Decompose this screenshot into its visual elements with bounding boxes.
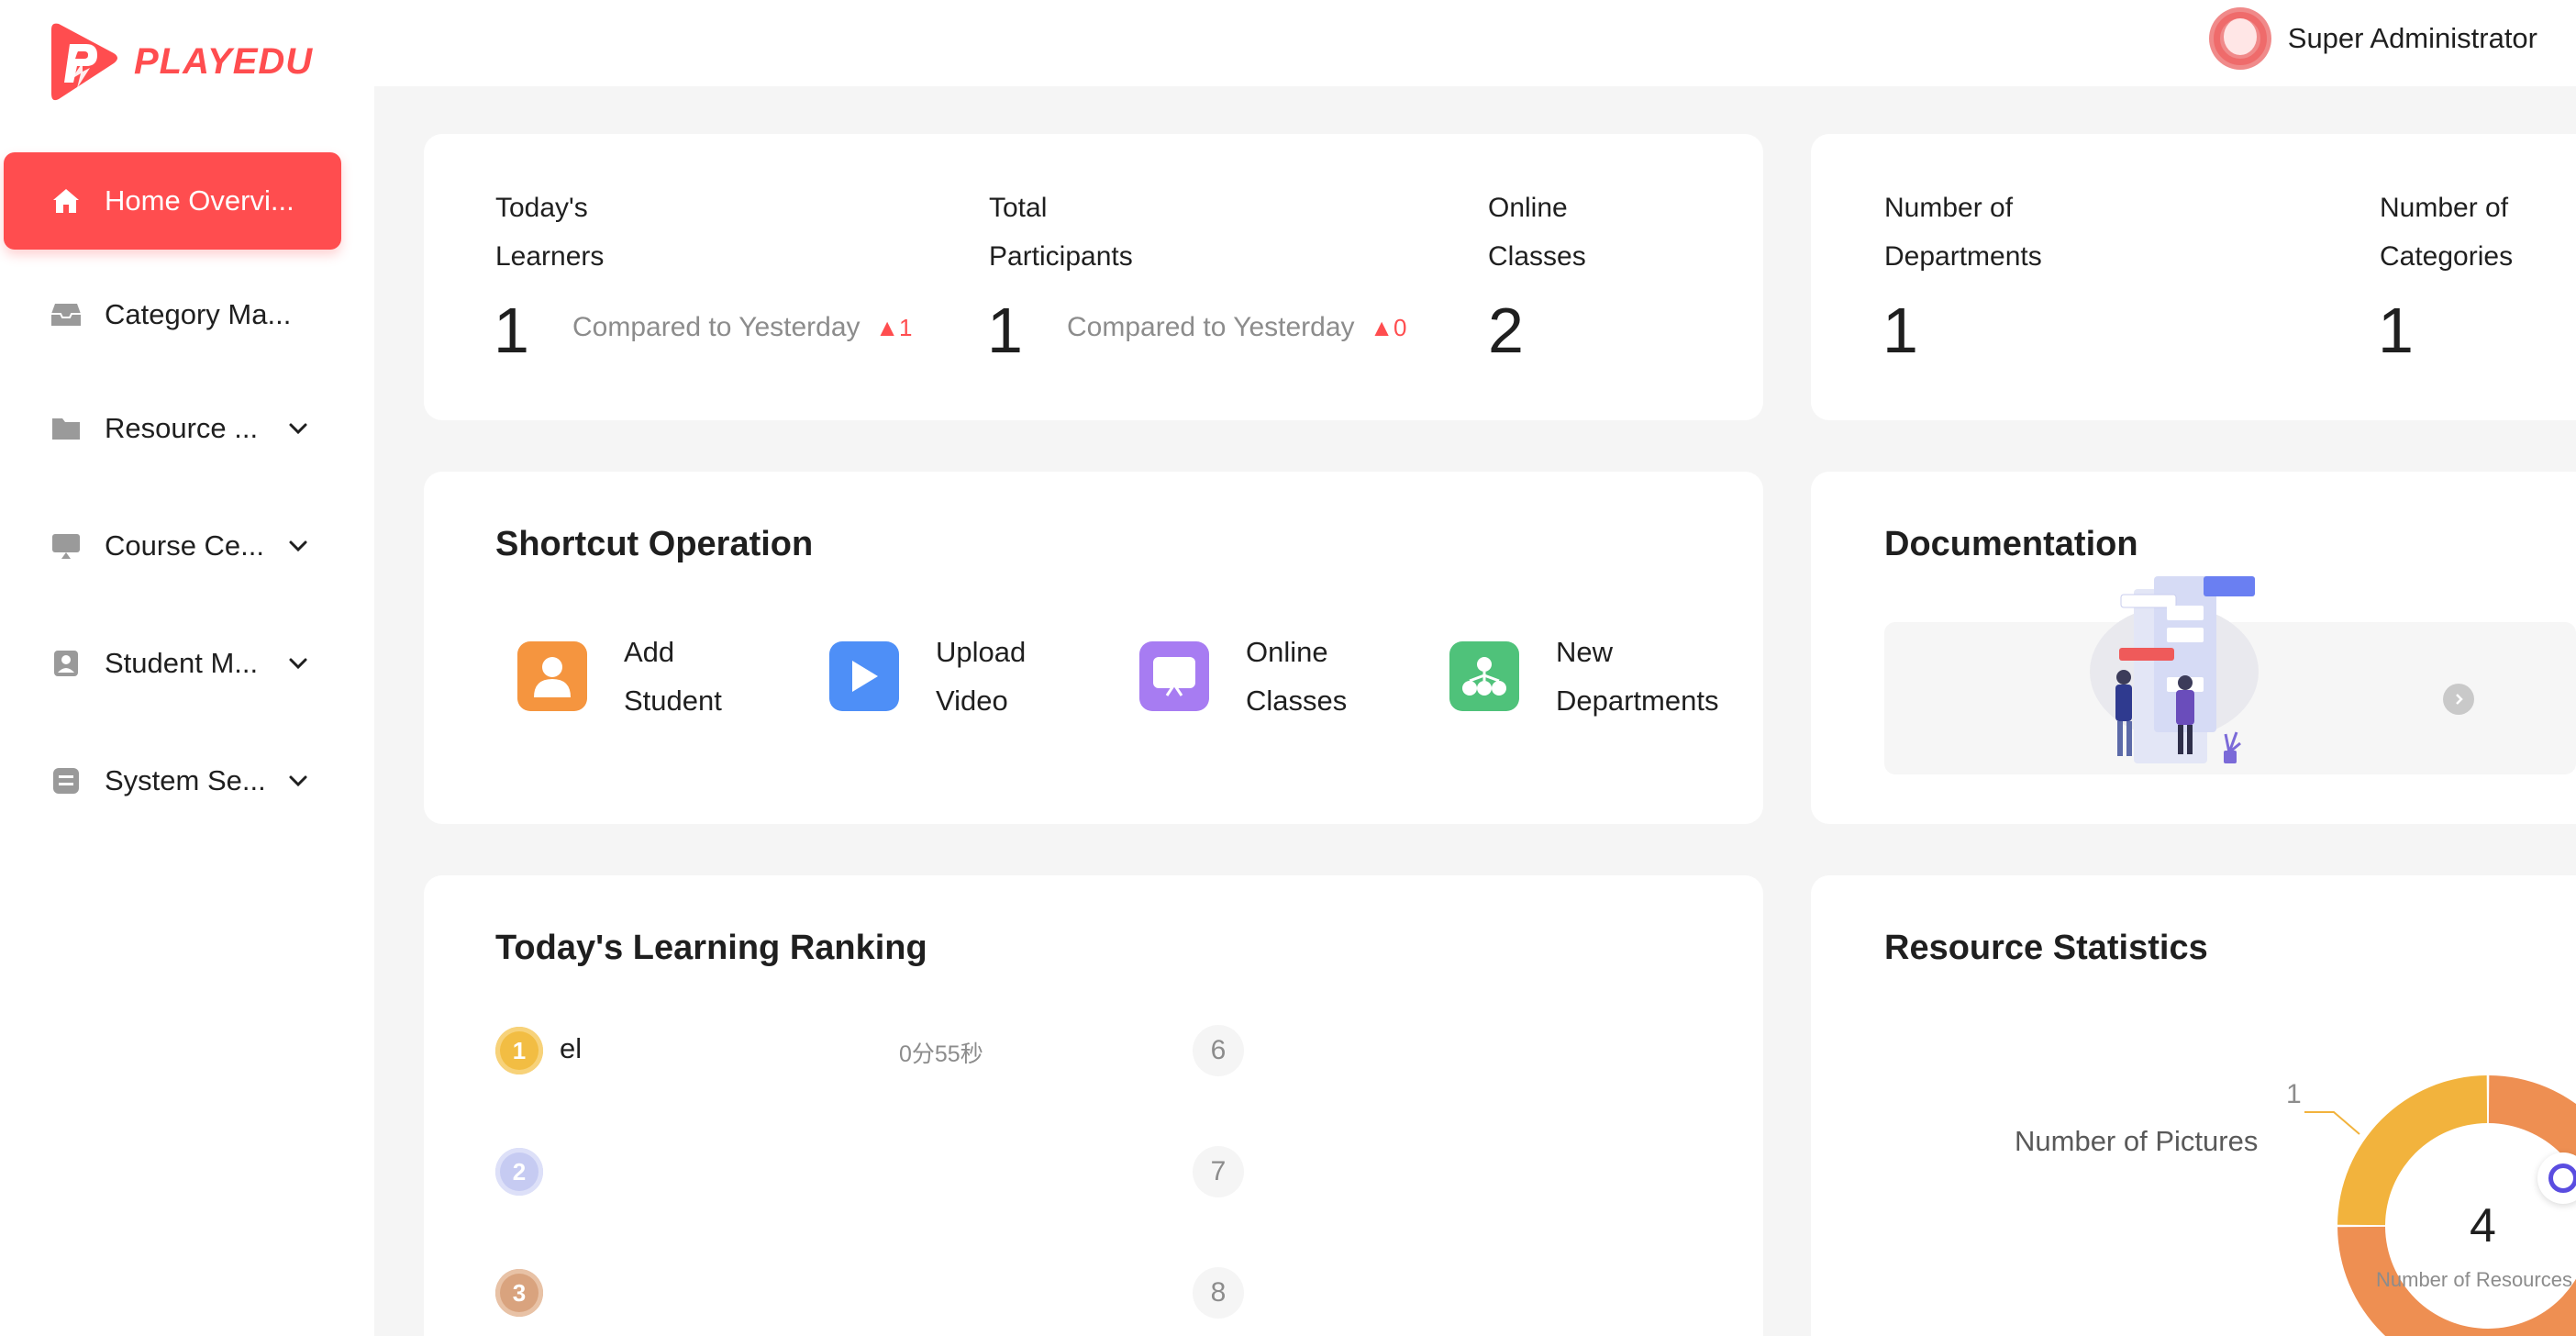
rank-number: 6 (1193, 1025, 1244, 1076)
rank-number: 7 (1193, 1146, 1244, 1197)
stat-label-todays-learners: Today's Learners (495, 193, 605, 272)
shortcut-label: Classes (1246, 685, 1348, 717)
sidebar-item-label: Student M... (105, 647, 259, 679)
documentation-title: Documentation (1884, 525, 2138, 563)
chevron-down-icon (289, 658, 307, 670)
settings-icon (50, 764, 83, 797)
department-icon (1449, 641, 1519, 711)
sidebar: PLAYEDU Home Overvi... Category Ma... Re… (0, 0, 374, 1336)
upload-video-button[interactable]: Upload Video (829, 628, 1026, 725)
gold-medal-icon: 1 (495, 1027, 543, 1074)
resource-statistics-title: Resource Statistics (1884, 929, 2208, 967)
sidebar-item-student-management[interactable]: Student M... (4, 615, 341, 712)
stat-value-todays-learners: 1 (494, 295, 529, 366)
folder-icon (50, 412, 83, 445)
sidebar-item-system-settings[interactable]: System Se... (4, 732, 341, 829)
sidebar-item-home-overview[interactable]: Home Overvi... (4, 152, 341, 250)
brand-name: PLAYEDU (134, 40, 314, 82)
pie-slice-value: 1 (2286, 1079, 2302, 1109)
add-student-button[interactable]: Add Student (517, 628, 722, 725)
bronze-medal-icon: 3 (495, 1269, 543, 1317)
shortcut-label: Departments (1556, 685, 1719, 717)
stat-value-total-participants: 1 (987, 295, 1023, 366)
rank-time: 0分55秒 (899, 1041, 983, 1067)
screen-icon (50, 529, 83, 562)
sidebar-item-course-center[interactable]: Course Ce... (4, 497, 341, 595)
online-classes-button[interactable]: Online Classes (1139, 628, 1347, 725)
stat-label-total-participants: Total Participants (989, 193, 1133, 272)
carousel-next-button[interactable] (2443, 684, 2474, 715)
new-departments-button[interactable]: New Departments (1449, 628, 1718, 725)
stat-compare-todays-learners: Compared to Yesterday ▲1 (572, 312, 913, 342)
pie-center-label: Number of Resources (2376, 1268, 2572, 1291)
shortcut-label: Add (624, 636, 675, 668)
stat-value-categories: 1 (2378, 295, 2414, 366)
sidebar-item-label: Course Ce... (105, 529, 265, 562)
pie-slice[interactable] (2337, 1075, 2488, 1226)
shortcut-label: Student (624, 685, 722, 717)
brand-logo[interactable]: PLAYEDU (46, 20, 313, 103)
ranking-row: 1 el 0分55秒 6 (495, 1025, 1248, 1076)
shortcut-label: Video (936, 685, 1008, 717)
sidebar-item-label: System Se... (105, 764, 266, 796)
ranking-row: 2 7 (495, 1146, 1248, 1197)
avatar[interactable] (2208, 7, 2271, 70)
ranking-title: Today's Learning Ranking (495, 929, 927, 967)
home-icon (50, 184, 83, 217)
delta-up-icon: ▲ (1370, 314, 1393, 341)
shortcut-label: Online (1246, 636, 1328, 668)
top-header: Super Administrator (374, 0, 2576, 86)
sidebar-item-label: Resource ... (105, 412, 259, 444)
chevron-right-icon (2456, 694, 2463, 705)
user-icon (517, 641, 587, 711)
user-menu[interactable]: Super Administrator (2208, 6, 2537, 72)
stat-label-categories: Number of Categories (2380, 193, 2514, 272)
stat-value-departments: 1 (1882, 295, 1918, 366)
chevron-down-icon (289, 423, 307, 435)
chevron-down-icon (289, 540, 307, 552)
shortcut-title: Shortcut Operation (495, 525, 814, 563)
pie-slice-label: Number of Pictures (2015, 1125, 2259, 1157)
stat-value-online-classes: 2 (1488, 295, 1524, 366)
chevron-down-icon (289, 775, 307, 787)
user-name: Super Administrator (2287, 22, 2537, 54)
inbox-icon (50, 298, 83, 331)
shortcut-label: Upload (936, 636, 1027, 668)
rank-number: 8 (1193, 1267, 1244, 1319)
shortcut-label: New (1556, 636, 1614, 668)
sidebar-item-label: Category Ma... (105, 298, 292, 330)
pie-center-value: 4 (2470, 1199, 2496, 1252)
play-icon (829, 641, 899, 711)
rank-name: el (560, 1032, 583, 1064)
pie-leader-line (2304, 1111, 2360, 1135)
sidebar-item-label: Home Overvi... (105, 184, 294, 217)
sidebar-item-resource[interactable]: Resource ... (4, 380, 341, 477)
assistant-icon (2548, 1163, 2576, 1193)
playedu-logo-icon (51, 23, 117, 101)
student-icon (50, 647, 83, 680)
silver-medal-icon: 2 (495, 1148, 543, 1196)
stat-compare-total-participants: Compared to Yesterday ▲0 (1067, 312, 1407, 342)
ranking-row: 3 8 (495, 1267, 1248, 1319)
delta-up-icon: ▲ (875, 314, 899, 341)
stat-label-departments: Number of Departments (1884, 193, 2042, 272)
documentation-illustration (2090, 576, 2259, 763)
stat-label-online-classes: Online Classes (1488, 193, 1586, 272)
live-icon (1139, 641, 1209, 711)
sidebar-item-category-management[interactable]: Category Ma... (4, 266, 341, 363)
